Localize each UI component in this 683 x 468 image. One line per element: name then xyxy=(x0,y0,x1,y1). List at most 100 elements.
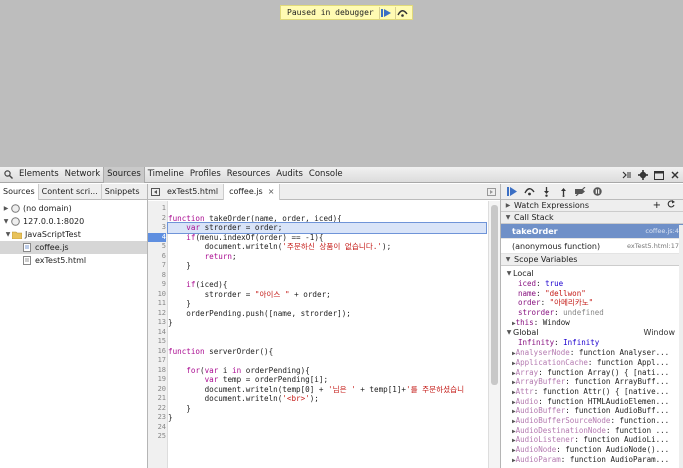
pause-on-exceptions-icon[interactable] xyxy=(590,184,604,200)
code-text[interactable]: function takeOrder(name, order, iced){ v… xyxy=(167,201,488,468)
code-area[interactable]: 1 2 3 4 5 6 7 8 9 10 11 12 13 14 15 16 17 18 19 20 21 22 23 24 2… xyxy=(148,201,500,468)
scope-property[interactable]: ▶AudioParam: function AudioParam... xyxy=(501,455,683,465)
call-frame-anonymous[interactable]: (anonymous function) exTest5.html:17 xyxy=(501,239,683,254)
scope-property[interactable]: Infinity: Infinity xyxy=(501,338,683,348)
collapse-arrow-icon[interactable]: ▼ xyxy=(505,268,513,279)
step-out-icon[interactable] xyxy=(556,184,570,200)
scope-property[interactable]: ▶ArrayBuffer: function ArrayBuff... xyxy=(501,377,683,387)
global-scope-header[interactable]: ▼ Global Window xyxy=(501,327,683,338)
scope-property[interactable]: ▶AudioNode: function AudioNode()... xyxy=(501,445,683,455)
editor-tab-extest5[interactable]: exTest5.html xyxy=(162,183,225,200)
tab-sources[interactable]: Sources xyxy=(103,166,145,183)
nav-tab-sources[interactable]: Sources xyxy=(0,183,39,200)
close-devtools-icon[interactable] xyxy=(667,167,683,183)
line-number[interactable]: 10 xyxy=(148,290,166,300)
tab-elements[interactable]: Elements xyxy=(16,167,62,183)
line-number-gutter[interactable]: 1 2 3 4 5 6 7 8 9 10 11 12 13 14 15 16 17 18 19 20 21 22 23 24 2… xyxy=(148,201,168,468)
step-over-icon[interactable] xyxy=(394,6,409,19)
tab-console[interactable]: Console xyxy=(306,167,346,183)
line-number[interactable]: 18 xyxy=(148,366,166,376)
nav-tab-snippets[interactable]: Snippets xyxy=(102,184,143,200)
line-number[interactable]: 24 xyxy=(148,423,166,433)
scope-property[interactable]: ▶ApplicationCache: function Appl... xyxy=(501,358,683,368)
line-number[interactable]: 23 xyxy=(148,413,166,423)
editor-tab-coffee-js[interactable]: coffee.js × xyxy=(224,183,281,200)
search-icon[interactable] xyxy=(0,167,16,183)
scope-property[interactable]: ▶AnalyserNode: function Analyser... xyxy=(501,348,683,358)
call-stack-header[interactable]: ▼ Call Stack xyxy=(501,212,683,224)
scope-property[interactable]: name: "dellwon" xyxy=(501,289,683,299)
line-number[interactable]: 14 xyxy=(148,328,166,338)
line-number[interactable]: 9 xyxy=(148,280,166,290)
frame-location[interactable]: exTest5.html:17 xyxy=(627,239,679,254)
scope-property[interactable]: ▶Attr: function Attr() { [native... xyxy=(501,387,683,397)
step-into-icon[interactable] xyxy=(539,184,553,200)
line-number[interactable]: 16 xyxy=(148,347,166,357)
scope-property[interactable]: ▶Array: function Array() { [nati... xyxy=(501,368,683,378)
scope-property[interactable]: ▶Audio: function HTMLAudioElemen... xyxy=(501,397,683,407)
collapse-arrow-icon[interactable]: ▼ xyxy=(4,228,12,241)
line-number[interactable]: 22 xyxy=(148,404,166,414)
line-number[interactable]: 12 xyxy=(148,309,166,319)
add-watch-icon[interactable]: + xyxy=(653,200,661,212)
line-number[interactable]: 19 xyxy=(148,375,166,385)
nav-tab-content-scripts[interactable]: Content scri... xyxy=(39,183,102,200)
tab-timeline[interactable]: Timeline xyxy=(145,167,187,183)
sidebar-scrollbar[interactable] xyxy=(679,225,683,468)
line-number[interactable]: 8 xyxy=(148,271,166,281)
collapse-arrow-icon[interactable]: ▼ xyxy=(505,327,513,338)
scope-property[interactable]: strorder: undefined xyxy=(501,308,683,318)
line-number[interactable]: 6 xyxy=(148,252,166,262)
breakpoint-line-number[interactable]: 4 xyxy=(148,232,166,242)
line-number[interactable]: 15 xyxy=(148,337,166,347)
line-number[interactable]: 13 xyxy=(148,318,166,328)
scope-property[interactable]: ▶AudioDestinationNode: function ... xyxy=(501,426,683,436)
tab-audits[interactable]: Audits xyxy=(273,167,306,183)
collapse-arrow-icon[interactable]: ▼ xyxy=(504,212,512,224)
expand-arrow-icon[interactable]: ▶ xyxy=(504,200,512,212)
call-frame-takeorder[interactable]: takeOrder coffee.js:4 xyxy=(501,224,683,239)
scope-property[interactable]: ▶this: Window xyxy=(501,318,683,328)
line-number[interactable]: 21 xyxy=(148,394,166,404)
toggle-debugger-icon[interactable] xyxy=(484,184,498,200)
frame-location[interactable]: coffee.js:4 xyxy=(645,224,679,239)
watch-expressions-header[interactable]: ▶ Watch Expressions + xyxy=(501,199,683,212)
gear-icon[interactable] xyxy=(635,167,651,183)
tab-profiles[interactable]: Profiles xyxy=(187,167,224,183)
line-number[interactable]: 2 xyxy=(148,214,166,224)
line-number[interactable]: 5 xyxy=(148,242,166,252)
tree-item-no-domain[interactable]: ▶ (no domain) xyxy=(0,202,147,215)
local-scope-header[interactable]: ▼ Local xyxy=(501,268,683,279)
line-number[interactable]: 20 xyxy=(148,385,166,395)
line-number[interactable]: 7 xyxy=(148,261,166,271)
close-tab-icon[interactable]: × xyxy=(268,184,275,199)
dock-icon[interactable] xyxy=(651,167,667,183)
tree-item-coffee-js[interactable]: coffee.js xyxy=(0,241,147,254)
scope-property[interactable]: iced: true xyxy=(501,279,683,289)
step-over-icon[interactable] xyxy=(522,184,536,200)
line-number[interactable]: 1 xyxy=(148,204,166,214)
deactivate-breakpoints-icon[interactable] xyxy=(573,184,587,200)
line-number[interactable]: 25 xyxy=(148,432,166,442)
toggle-navigator-icon[interactable] xyxy=(148,184,162,200)
tree-item-folder[interactable]: ▼ JavaScriptTest xyxy=(0,228,147,241)
collapse-arrow-icon[interactable]: ▼ xyxy=(504,254,512,266)
resume-icon[interactable] xyxy=(378,6,393,19)
scope-property[interactable]: ▶AudioListener: function AudioLi... xyxy=(501,435,683,445)
refresh-icon[interactable] xyxy=(667,199,675,212)
scope-property[interactable]: ▶AudioBuffer: function AudioBuff... xyxy=(501,406,683,416)
collapse-arrow-icon[interactable]: ▼ xyxy=(2,215,10,228)
scope-variables-header[interactable]: ▼ Scope Variables xyxy=(501,254,683,266)
editor-scrollbar[interactable] xyxy=(488,201,500,468)
tab-resources[interactable]: Resources xyxy=(224,167,273,183)
resume-icon[interactable] xyxy=(505,184,519,200)
scope-property[interactable]: order: "아메리카노" xyxy=(501,298,683,308)
scrollbar-thumb[interactable] xyxy=(491,205,498,385)
tab-network[interactable]: Network xyxy=(62,167,104,183)
line-number[interactable]: 11 xyxy=(148,299,166,309)
tree-item-host[interactable]: ▼ 127.0.0.1:8020 xyxy=(0,215,147,228)
line-number[interactable]: 17 xyxy=(148,356,166,366)
tree-item-extest5[interactable]: exTest5.html xyxy=(0,254,147,267)
line-number[interactable]: 3 xyxy=(148,223,166,233)
console-drawer-icon[interactable] xyxy=(619,167,635,183)
